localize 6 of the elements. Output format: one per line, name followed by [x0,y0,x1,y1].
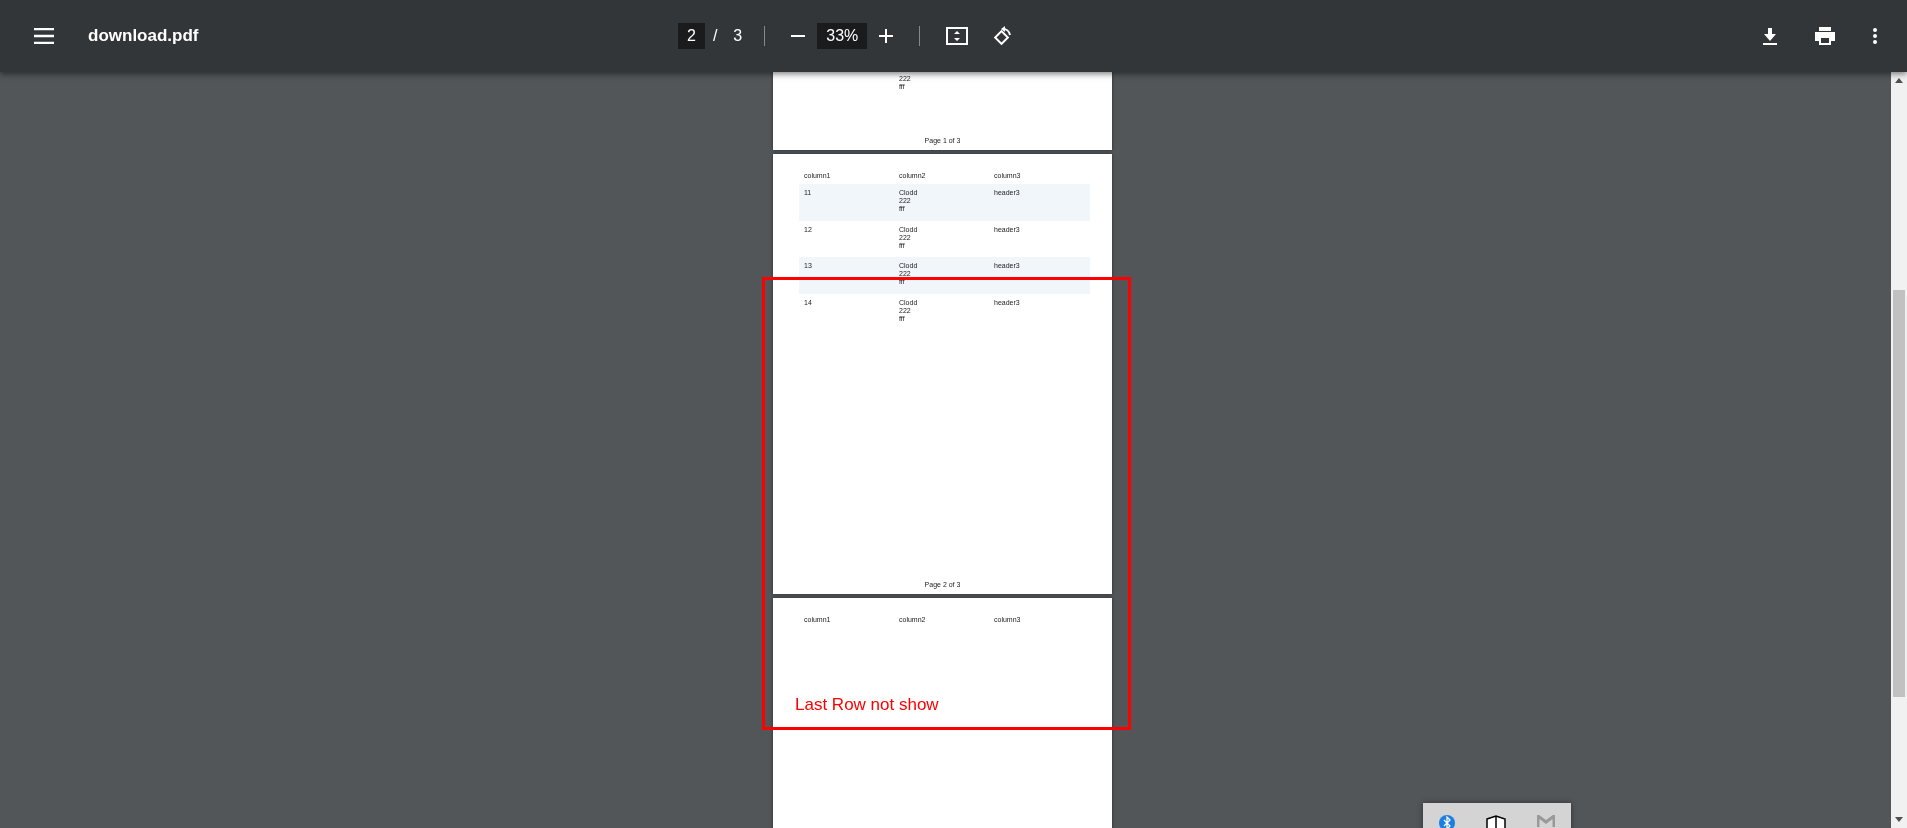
document-title: download.pdf [88,26,200,46]
page-total: 3 [733,27,743,45]
zoom-field[interactable]: 33% [817,23,868,49]
annotation-text: Last Row not show [795,695,939,715]
page-separator: / [712,27,718,45]
page-number-field[interactable]: 2 [678,23,705,49]
